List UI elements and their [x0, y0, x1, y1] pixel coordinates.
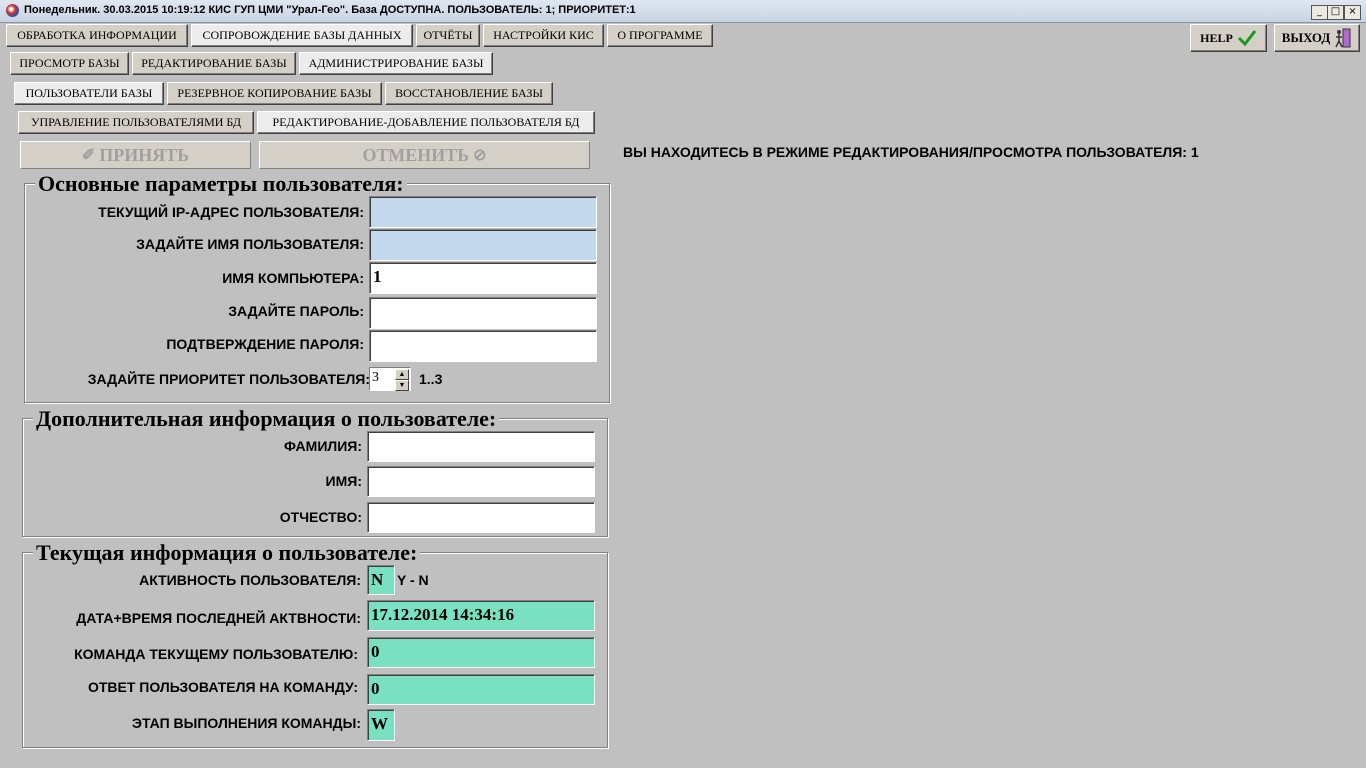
stepper-arrows: ▲ ▼ [395, 369, 409, 391]
command-field[interactable]: 0 [367, 637, 595, 668]
maximize-button[interactable]: □ [1327, 5, 1344, 20]
confirm-password-label: ПОДТВЕРЖДЕНИЕ ПАРОЛЯ: [166, 336, 364, 352]
pencil-check-icon: ✐ [81, 147, 96, 164]
menu-reports[interactable]: ОТЧЁТЫ [416, 24, 480, 47]
activity-field[interactable]: N [367, 565, 395, 595]
exit-door-icon [1335, 28, 1351, 48]
menu-db-maintenance[interactable]: СОПРОВОЖДЕНИЕ БАЗЫ ДАННЫХ [191, 24, 413, 47]
accept-button[interactable]: ✐ ПРИНЯТЬ [20, 141, 251, 169]
close-button[interactable]: × [1344, 5, 1361, 20]
current-info-title: Текущая информация о пользователе: [33, 542, 421, 564]
username-label: ЗАДАЙТЕ ИМЯ ПОЛЬЗОВАТЕЛЯ: [136, 236, 364, 252]
confirm-password-field[interactable] [369, 330, 597, 362]
stepper-down-icon[interactable]: ▼ [395, 380, 409, 391]
tab-view-db[interactable]: ПРОСМОТР БАЗЫ [10, 52, 129, 75]
computer-name-field[interactable]: 1 [369, 262, 597, 294]
tab-admin-db[interactable]: АДМИНИСТРИРОВАНИЕ БАЗЫ [299, 52, 493, 75]
title-bar: Понедельник. 30.03.2015 10:19:12 КИС ГУП… [0, 0, 1366, 23]
menu-settings[interactable]: НАСТРОЙКИ КИС [483, 24, 604, 47]
stepper-up-icon[interactable]: ▲ [395, 369, 409, 380]
exit-label: ВЫХОД [1281, 30, 1331, 45]
priority-range: 1..3 [419, 371, 443, 387]
help-button[interactable]: HELP [1190, 24, 1267, 52]
tab-db-users[interactable]: ПОЛЬЗОВАТЕЛИ БАЗЫ [14, 82, 164, 105]
mode-message: ВЫ НАХОДИТЕСЬ В РЕЖИМЕ РЕДАКТИРОВАНИЯ/ПР… [623, 144, 1199, 160]
priority-value: 3 [372, 370, 379, 385]
cancel-label: ОТМЕНИТЬ [362, 144, 470, 165]
priority-label: ЗАДАЙТЕ ПРИОРИТЕТ ПОЛЬЗОВАТЕЛЯ: [87, 371, 370, 387]
firstname-field[interactable] [367, 466, 595, 497]
stage-label: ЭТАП ВЫПОЛНЕНИЯ КОМАНДЫ: [132, 715, 361, 731]
tab-restore[interactable]: ВОССТАНОВЛЕНИЕ БАЗЫ [385, 82, 553, 105]
patronymic-label: ОТЧЕСТВО: [279, 509, 362, 525]
surname-field[interactable] [367, 431, 595, 462]
ip-field[interactable] [369, 196, 597, 228]
window-title: Понедельник. 30.03.2015 10:19:12 КИС ГУП… [24, 4, 636, 16]
tab-edit-add-user[interactable]: РЕДАКТИРОВАНИЕ-ДОБАВЛЕНИЕ ПОЛЬЗОВАТЕЛЯ Б… [257, 111, 595, 134]
tab-user-management[interactable]: УПРАВЛЕНИЕ ПОЛЬЗОВАТЕЛЯМИ БД [18, 111, 254, 134]
activity-hint: Y - N [397, 572, 429, 588]
username-field[interactable] [369, 229, 597, 261]
password-field[interactable] [369, 297, 597, 329]
tab-backup[interactable]: РЕЗЕРВНОЕ КОПИРОВАНИЕ БАЗЫ [167, 82, 382, 105]
firstname-label: ИМЯ: [325, 473, 362, 489]
last-activity-field[interactable]: 17.12.2014 14:34:16 [367, 600, 595, 631]
activity-label: АКТИВНОСТЬ ПОЛЬЗОВАТЕЛЯ: [139, 572, 361, 588]
help-label: HELP [1200, 30, 1233, 45]
ip-label: ТЕКУЩИЙ IP-АДРЕС ПОЛЬЗОВАТЕЛЯ: [98, 204, 364, 220]
extra-info-title: Дополнительная информация о пользователе… [33, 408, 500, 430]
stage-field[interactable]: W [367, 709, 395, 741]
minimize-button[interactable]: _ [1311, 5, 1328, 20]
answer-field[interactable]: 0 [367, 674, 595, 705]
checkmark-icon [1237, 30, 1257, 47]
tab-edit-db[interactable]: РЕДАКТИРОВАНИЕ БАЗЫ [132, 52, 296, 75]
command-label: КОМАНДА ТЕКУЩЕМУ ПОЛЬЗОВАТЕЛЮ: [74, 646, 358, 662]
answer-label: ОТВЕТ ПОЛЬЗОВАТЕЛЯ НА КОМАНДУ: [87, 679, 358, 695]
accept-label: ПРИНЯТЬ [99, 144, 190, 165]
exit-button[interactable]: ВЫХОД [1274, 24, 1360, 52]
app-icon [6, 4, 19, 17]
computer-name-label: ИМЯ КОМПЬЮТЕРА: [222, 270, 364, 286]
password-label: ЗАДАЙТЕ ПАРОЛЬ: [228, 303, 364, 319]
last-activity-label: ДАТА+ВРЕМЯ ПОСЛЕДНЕЙ АКТВНОСТИ: [76, 610, 361, 626]
menu-processing[interactable]: ОБРАБОТКА ИНФОРМАЦИИ [6, 24, 188, 47]
menu-about[interactable]: О ПРОГРАММЕ [607, 24, 713, 47]
patronymic-field[interactable] [367, 502, 595, 533]
prohibited-icon: ⊘ [473, 147, 487, 164]
priority-stepper[interactable]: 3 ▲ ▼ [369, 367, 411, 391]
cancel-button[interactable]: ОТМЕНИТЬ ⊘ [259, 141, 590, 169]
surname-label: ФАМИЛИЯ: [283, 438, 362, 454]
basic-params-title: Основные параметры пользователя: [35, 173, 407, 195]
